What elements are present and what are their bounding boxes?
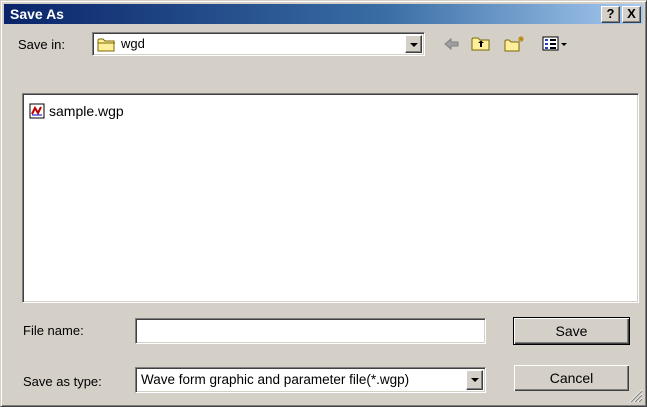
save-button[interactable]: Save bbox=[513, 317, 630, 345]
close-button[interactable]: X bbox=[622, 6, 641, 23]
save-in-label: Save in: bbox=[18, 37, 65, 52]
window-title: Save As bbox=[10, 6, 64, 22]
up-one-level-icon[interactable] bbox=[470, 34, 492, 54]
save-in-dropdown[interactable]: wgd bbox=[92, 32, 425, 56]
list-item[interactable]: sample.wgp bbox=[29, 102, 124, 120]
back-arrow-icon[interactable] bbox=[441, 34, 463, 54]
file-name-label: File name: bbox=[23, 323, 84, 338]
save-in-value: wgd bbox=[121, 36, 145, 51]
save-as-type-label: Save as type: bbox=[23, 374, 102, 389]
wgp-file-icon bbox=[29, 103, 45, 119]
file-name-text: sample.wgp bbox=[49, 103, 124, 119]
save-as-dialog: Save As ? X Save in: wgd sample.wgp File… bbox=[0, 0, 647, 407]
cancel-button[interactable]: Cancel bbox=[513, 364, 630, 392]
chevron-down-icon[interactable] bbox=[466, 370, 483, 390]
file-list[interactable]: sample.wgp bbox=[22, 93, 639, 303]
view-menu-icon[interactable] bbox=[541, 34, 569, 54]
new-folder-icon[interactable] bbox=[504, 34, 526, 54]
resize-grip-icon[interactable] bbox=[629, 389, 643, 403]
help-button[interactable]: ? bbox=[601, 6, 620, 23]
save-as-type-dropdown[interactable]: Wave form graphic and parameter file(*.w… bbox=[135, 367, 486, 393]
save-as-type-value: Wave form graphic and parameter file(*.w… bbox=[141, 372, 410, 387]
title-bar[interactable]: Save As ? X bbox=[4, 4, 643, 24]
chevron-down-icon[interactable] bbox=[405, 35, 422, 53]
folder-icon bbox=[97, 37, 117, 52]
file-name-input[interactable] bbox=[135, 318, 486, 344]
